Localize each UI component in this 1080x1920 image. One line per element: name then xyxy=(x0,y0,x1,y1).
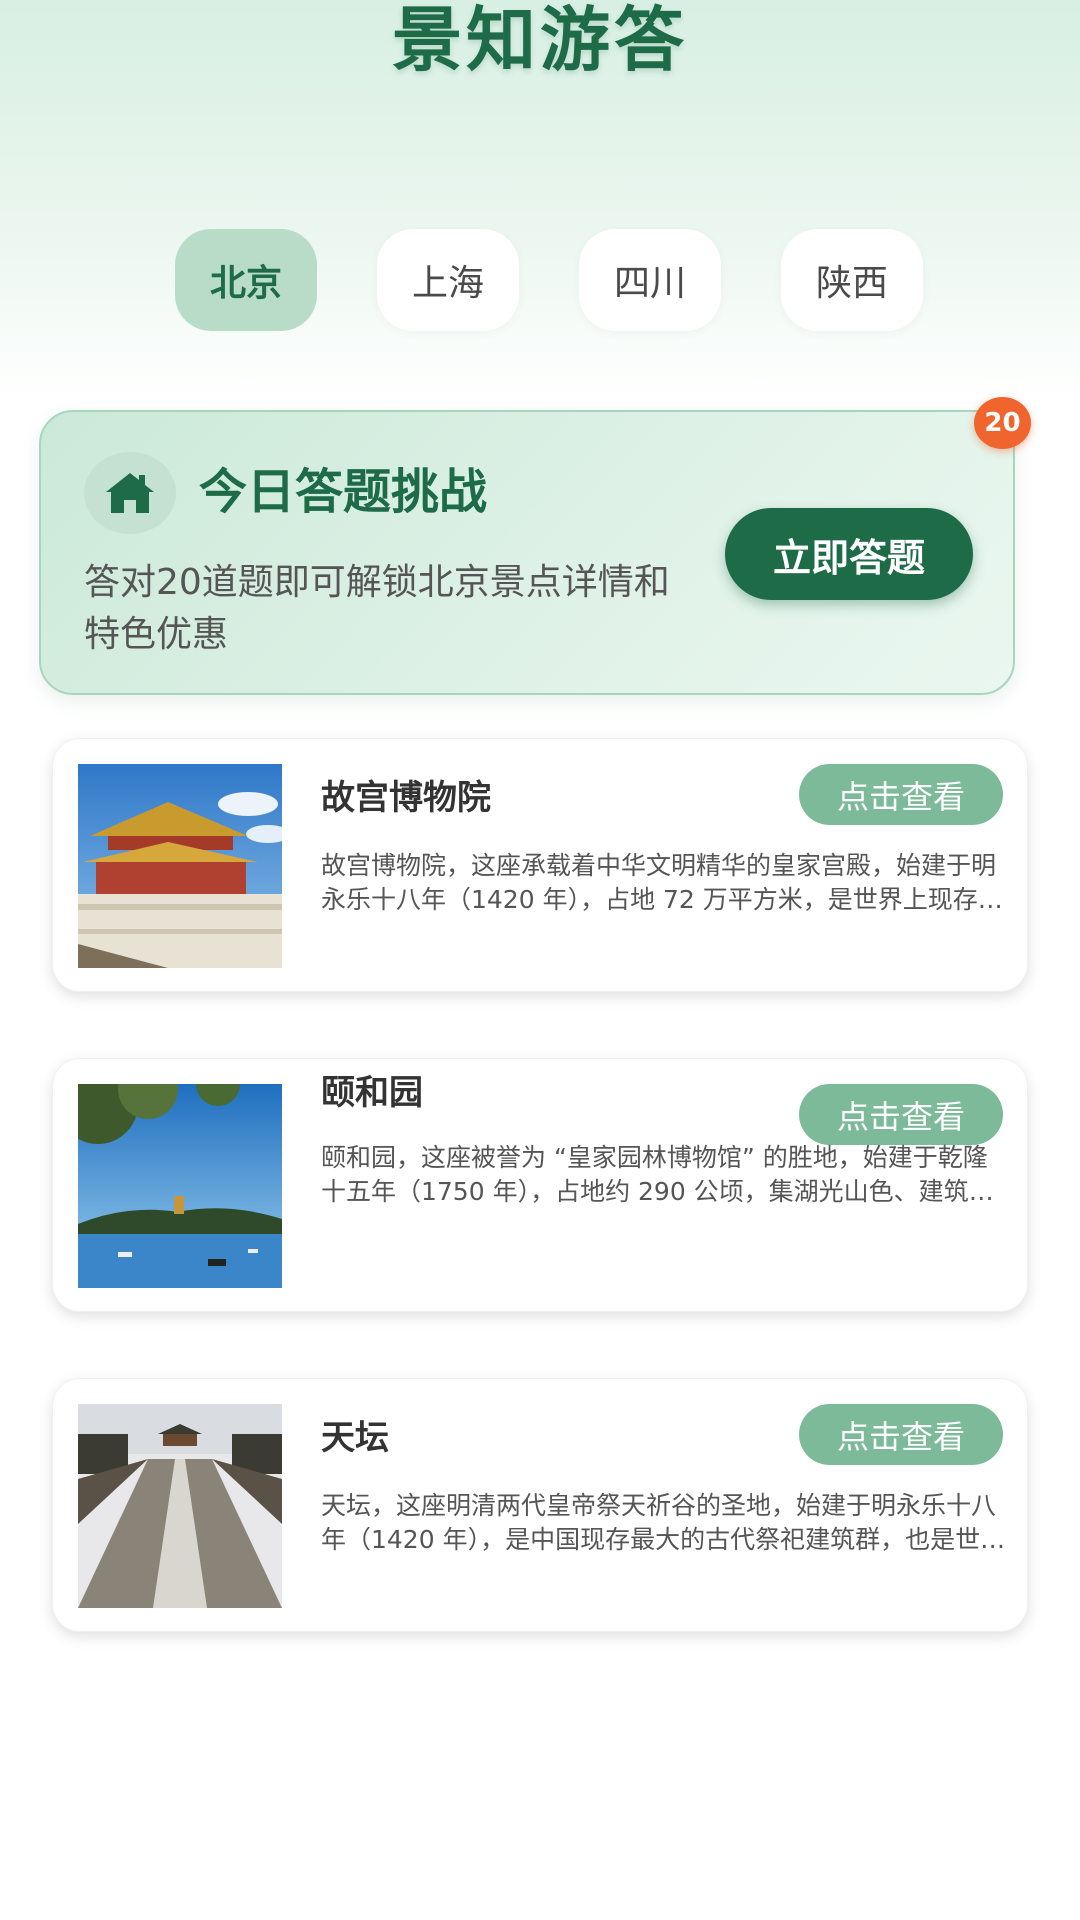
attraction-title: 颐和园 xyxy=(321,1073,423,1113)
summer-palace-photo xyxy=(78,1084,282,1288)
attraction-description: 天坛，这座明清两代皇帝祭天祈谷的圣地，始建于明永乐十八年（1420 年），是中国… xyxy=(321,1491,1006,1554)
tab-shanghai[interactable]: 上海 xyxy=(377,229,519,331)
challenge-title: 今日答题挑战 xyxy=(199,464,488,520)
app-title: 景知游答 xyxy=(392,0,688,81)
attraction-card-summer-palace[interactable]: 颐和园 点击查看 颐和园，这座被誉为 “皇家园林博物馆” 的胜地，始建于乾隆十五… xyxy=(52,1058,1028,1312)
tab-shaanxi[interactable]: 陕西 xyxy=(781,229,923,331)
home-icon xyxy=(84,452,176,534)
attraction-title: 天坛 xyxy=(321,1418,389,1458)
tab-beijing[interactable]: 北京 xyxy=(175,229,317,331)
daily-challenge-card: 今日答题挑战 答对20道题即可解锁北京景点详情和特色优惠 立即答题 xyxy=(39,410,1015,695)
attraction-description: 颐和园，这座被誉为 “皇家园林博物馆” 的胜地，始建于乾隆十五年（1750 年）… xyxy=(321,1143,994,1206)
challenge-count-badge: 20 xyxy=(974,397,1031,449)
attraction-title: 故宫博物院 xyxy=(321,778,491,818)
attraction-description: 故宫博物院，这座承载着中华文明精华的皇家宫殿，始建于明永乐十八年（1420 年）… xyxy=(321,851,1003,914)
attraction-card-forbidden-city[interactable]: 故宫博物院 点击查看 故宫博物院，这座承载着中华文明精华的皇家宫殿，始建于明永乐… xyxy=(52,738,1028,992)
view-details-button[interactable]: 点击查看 xyxy=(799,1084,1003,1145)
challenge-description: 答对20道题即可解锁北京景点详情和特色优惠 xyxy=(84,562,670,655)
tab-sichuan[interactable]: 四川 xyxy=(579,229,721,331)
start-quiz-button[interactable]: 立即答题 xyxy=(725,508,973,600)
attraction-card-temple-of-heaven[interactable]: 天坛 点击查看 天坛，这座明清两代皇帝祭天祈谷的圣地，始建于明永乐十八年（142… xyxy=(52,1378,1028,1632)
forbidden-city-photo xyxy=(78,764,282,968)
province-tabs: 北京 上海 四川 陕西 xyxy=(0,229,1080,331)
view-details-button[interactable]: 点击查看 xyxy=(799,764,1003,825)
temple-of-heaven-photo xyxy=(78,1404,282,1608)
view-details-button[interactable]: 点击查看 xyxy=(799,1404,1003,1465)
